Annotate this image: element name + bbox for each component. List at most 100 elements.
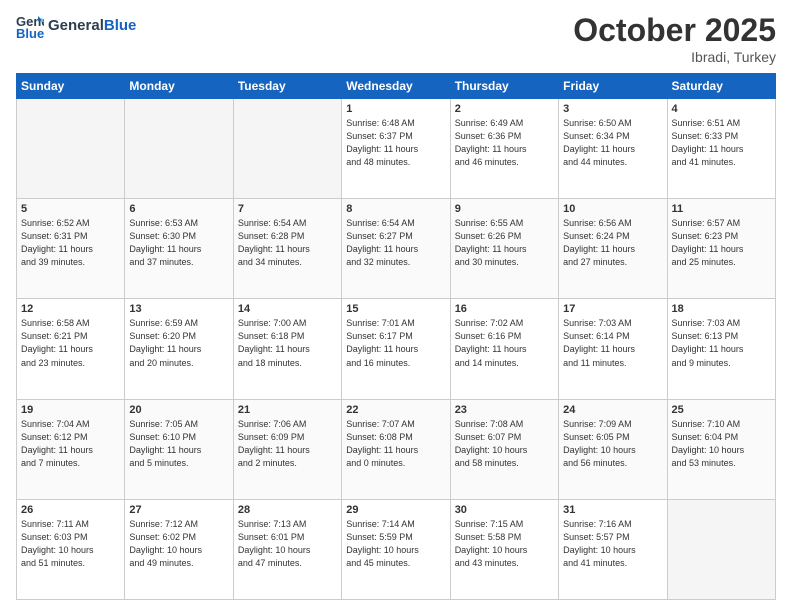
day-number: 20: [129, 404, 228, 416]
calendar-week-3: 19 Sunrise: 7:04 AM Sunset: 6:12 PM Dayli…: [17, 399, 776, 499]
day-info: Sunrise: 6:50 AM Sunset: 6:34 PM Dayligh…: [563, 117, 662, 169]
col-header-thursday: Thursday: [450, 74, 558, 99]
calendar-cell: 4 Sunrise: 6:51 AM Sunset: 6:33 PM Daylig…: [667, 99, 775, 199]
calendar-cell: 23 Sunrise: 7:08 AM Sunset: 6:07 PM Dayli…: [450, 399, 558, 499]
calendar-cell: 8Sunrise: 6:54 AM Sunset: 6:27 PM Daylig…: [342, 199, 450, 299]
day-number: 4: [672, 103, 771, 115]
calendar-week-2: 12 Sunrise: 6:58 AM Sunset: 6:21 PM Dayli…: [17, 299, 776, 399]
calendar-cell: 5 Sunrise: 6:52 AM Sunset: 6:31 PM Daylig…: [17, 199, 125, 299]
day-number: 24: [563, 404, 662, 416]
calendar-cell: 10Sunrise: 6:56 AM Sunset: 6:24 PM Dayli…: [559, 199, 667, 299]
day-number: 5: [21, 203, 120, 215]
day-number: 18: [672, 303, 771, 315]
day-number: 1: [346, 103, 445, 115]
svg-text:Blue: Blue: [16, 26, 44, 40]
day-info: Sunrise: 6:54 AM Sunset: 6:27 PM Dayligh…: [346, 217, 445, 269]
day-info: Sunrise: 6:52 AM Sunset: 6:31 PM Dayligh…: [21, 217, 120, 269]
day-info: Sunrise: 7:08 AM Sunset: 6:07 PM Dayligh…: [455, 418, 554, 470]
day-info: Sunrise: 7:12 AM Sunset: 6:02 PM Dayligh…: [129, 518, 228, 570]
calendar-cell: [667, 499, 775, 599]
calendar-cell: 3 Sunrise: 6:50 AM Sunset: 6:34 PM Daylig…: [559, 99, 667, 199]
location-subtitle: Ibradi, Turkey: [573, 49, 776, 65]
calendar-week-4: 26 Sunrise: 7:11 AM Sunset: 6:03 PM Dayli…: [17, 499, 776, 599]
calendar-cell: 11 Sunrise: 6:57 AM Sunset: 6:23 PM Dayli…: [667, 199, 775, 299]
calendar-cell: [233, 99, 341, 199]
calendar-cell: 17Sunrise: 7:03 AM Sunset: 6:14 PM Dayli…: [559, 299, 667, 399]
day-number: 12: [21, 303, 120, 315]
day-number: 3: [563, 103, 662, 115]
day-info: Sunrise: 7:03 AM Sunset: 6:14 PM Dayligh…: [563, 317, 662, 369]
day-number: 28: [238, 504, 337, 516]
day-info: Sunrise: 7:06 AM Sunset: 6:09 PM Dayligh…: [238, 418, 337, 470]
day-number: 6: [129, 203, 228, 215]
col-header-friday: Friday: [559, 74, 667, 99]
day-info: Sunrise: 7:04 AM Sunset: 6:12 PM Dayligh…: [21, 418, 120, 470]
day-number: 11: [672, 203, 771, 215]
day-info: Sunrise: 6:58 AM Sunset: 6:21 PM Dayligh…: [21, 317, 120, 369]
day-info: Sunrise: 6:48 AM Sunset: 6:37 PM Dayligh…: [346, 117, 445, 169]
page: General Blue GeneralBlue October 2025 Ib…: [0, 0, 792, 612]
calendar-week-1: 5 Sunrise: 6:52 AM Sunset: 6:31 PM Daylig…: [17, 199, 776, 299]
month-title: October 2025: [573, 12, 776, 49]
day-number: 25: [672, 404, 771, 416]
day-info: Sunrise: 7:01 AM Sunset: 6:17 PM Dayligh…: [346, 317, 445, 369]
calendar-cell: 7Sunrise: 6:54 AM Sunset: 6:28 PM Daylig…: [233, 199, 341, 299]
day-number: 2: [455, 103, 554, 115]
calendar-cell: [125, 99, 233, 199]
calendar-cell: 1 Sunrise: 6:48 AM Sunset: 6:37 PM Daylig…: [342, 99, 450, 199]
calendar-cell: 6 Sunrise: 6:53 AM Sunset: 6:30 PM Daylig…: [125, 199, 233, 299]
calendar-cell: 22 Sunrise: 7:07 AM Sunset: 6:08 PM Dayli…: [342, 399, 450, 499]
day-number: 15: [346, 303, 445, 315]
day-info: Sunrise: 7:15 AM Sunset: 5:58 PM Dayligh…: [455, 518, 554, 570]
calendar-cell: 9Sunrise: 6:55 AM Sunset: 6:26 PM Daylig…: [450, 199, 558, 299]
day-info: Sunrise: 6:53 AM Sunset: 6:30 PM Dayligh…: [129, 217, 228, 269]
calendar-cell: 12 Sunrise: 6:58 AM Sunset: 6:21 PM Dayli…: [17, 299, 125, 399]
day-number: 23: [455, 404, 554, 416]
day-number: 30: [455, 504, 554, 516]
day-info: Sunrise: 7:00 AM Sunset: 6:18 PM Dayligh…: [238, 317, 337, 369]
calendar-cell: 19 Sunrise: 7:04 AM Sunset: 6:12 PM Dayli…: [17, 399, 125, 499]
col-header-wednesday: Wednesday: [342, 74, 450, 99]
day-info: Sunrise: 7:02 AM Sunset: 6:16 PM Dayligh…: [455, 317, 554, 369]
col-header-monday: Monday: [125, 74, 233, 99]
calendar-cell: 29Sunrise: 7:14 AM Sunset: 5:59 PM Dayli…: [342, 499, 450, 599]
calendar-cell: 2Sunrise: 6:49 AM Sunset: 6:36 PM Daylig…: [450, 99, 558, 199]
col-header-tuesday: Tuesday: [233, 74, 341, 99]
calendar-cell: 15 Sunrise: 7:01 AM Sunset: 6:17 PM Dayli…: [342, 299, 450, 399]
calendar-cell: 31Sunrise: 7:16 AM Sunset: 5:57 PM Dayli…: [559, 499, 667, 599]
calendar-cell: [17, 99, 125, 199]
calendar-cell: 14Sunrise: 7:00 AM Sunset: 6:18 PM Dayli…: [233, 299, 341, 399]
day-number: 10: [563, 203, 662, 215]
day-info: Sunrise: 6:51 AM Sunset: 6:33 PM Dayligh…: [672, 117, 771, 169]
calendar-cell: 27 Sunrise: 7:12 AM Sunset: 6:02 PM Dayli…: [125, 499, 233, 599]
day-info: Sunrise: 6:55 AM Sunset: 6:26 PM Dayligh…: [455, 217, 554, 269]
day-info: Sunrise: 7:09 AM Sunset: 6:05 PM Dayligh…: [563, 418, 662, 470]
calendar-table: SundayMondayTuesdayWednesdayThursdayFrid…: [16, 73, 776, 600]
day-number: 31: [563, 504, 662, 516]
day-info: Sunrise: 7:11 AM Sunset: 6:03 PM Dayligh…: [21, 518, 120, 570]
logo-blue: Blue: [104, 17, 137, 34]
col-header-sunday: Sunday: [17, 74, 125, 99]
calendar-week-0: 1 Sunrise: 6:48 AM Sunset: 6:37 PM Daylig…: [17, 99, 776, 199]
day-info: Sunrise: 6:57 AM Sunset: 6:23 PM Dayligh…: [672, 217, 771, 269]
calendar-cell: 13 Sunrise: 6:59 AM Sunset: 6:20 PM Dayli…: [125, 299, 233, 399]
day-number: 27: [129, 504, 228, 516]
day-info: Sunrise: 7:13 AM Sunset: 6:01 PM Dayligh…: [238, 518, 337, 570]
calendar-header-row: SundayMondayTuesdayWednesdayThursdayFrid…: [17, 74, 776, 99]
col-header-saturday: Saturday: [667, 74, 775, 99]
day-info: Sunrise: 7:03 AM Sunset: 6:13 PM Dayligh…: [672, 317, 771, 369]
day-number: 29: [346, 504, 445, 516]
day-info: Sunrise: 7:07 AM Sunset: 6:08 PM Dayligh…: [346, 418, 445, 470]
calendar-cell: 18 Sunrise: 7:03 AM Sunset: 6:13 PM Dayli…: [667, 299, 775, 399]
logo-icon: General Blue: [16, 12, 44, 40]
day-number: 22: [346, 404, 445, 416]
day-number: 26: [21, 504, 120, 516]
title-block: October 2025 Ibradi, Turkey: [573, 12, 776, 65]
day-info: Sunrise: 6:54 AM Sunset: 6:28 PM Dayligh…: [238, 217, 337, 269]
logo-general: General: [48, 17, 104, 34]
day-number: 16: [455, 303, 554, 315]
day-number: 13: [129, 303, 228, 315]
calendar-cell: 25Sunrise: 7:10 AM Sunset: 6:04 PM Dayli…: [667, 399, 775, 499]
day-number: 19: [21, 404, 120, 416]
day-info: Sunrise: 6:59 AM Sunset: 6:20 PM Dayligh…: [129, 317, 228, 369]
